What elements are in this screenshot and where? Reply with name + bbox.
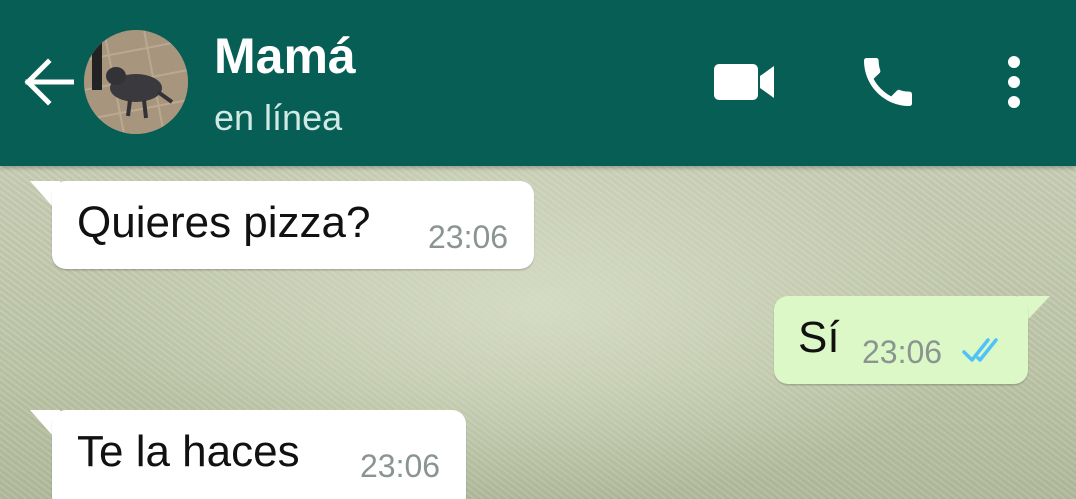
phone-icon xyxy=(864,58,912,106)
voice-call-button[interactable] xyxy=(856,50,920,114)
contact-name[interactable]: Mamá xyxy=(214,28,356,84)
chat-header: Mamá en línea xyxy=(0,0,1076,166)
message-time: 23:06 xyxy=(428,219,509,255)
video-call-button[interactable] xyxy=(710,50,778,114)
back-button[interactable] xyxy=(22,58,75,106)
message-text: Sí xyxy=(798,313,840,362)
video-call-icon xyxy=(714,64,774,100)
avatar[interactable] xyxy=(84,30,188,134)
more-vert-icon xyxy=(1008,56,1020,108)
message-bubble-outgoing[interactable]: Sí 23:06 xyxy=(774,296,1028,384)
message-text: Quieres pizza? xyxy=(77,198,371,247)
message-bubble-incoming[interactable]: Quieres pizza? 23:06 xyxy=(52,181,534,269)
double-check-icon xyxy=(962,338,998,362)
message-text: Te la haces xyxy=(77,427,300,476)
more-options-button[interactable] xyxy=(994,50,1034,114)
chat-screen: Mamá en línea Quieres pizza? 23:06 Sí 23… xyxy=(0,0,1076,499)
contact-status: en línea xyxy=(214,97,343,138)
message-time: 23:06 xyxy=(360,448,441,484)
message-time: 23:06 xyxy=(862,334,943,370)
avatar-photo xyxy=(84,30,188,134)
arrow-left-icon xyxy=(24,58,75,106)
message-bubble-incoming[interactable]: Te la haces 23:06 xyxy=(52,410,466,499)
